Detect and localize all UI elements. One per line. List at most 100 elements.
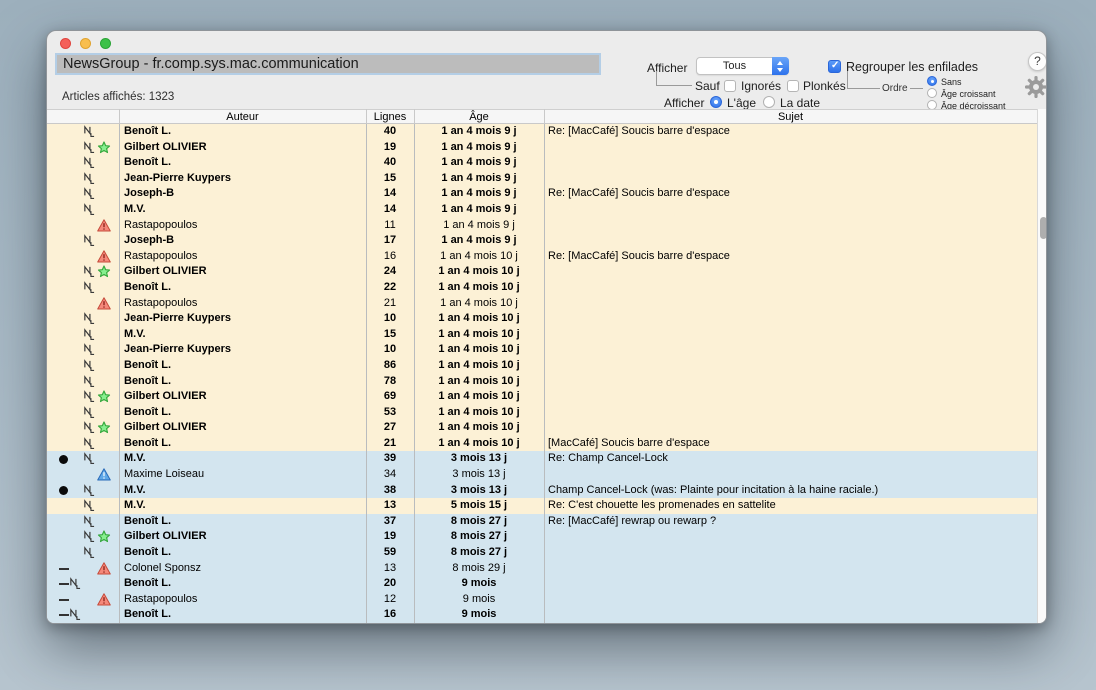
article-row[interactable]: Benoît L.169 mois [47, 607, 1037, 623]
age-cell: 1 an 4 mois 10 j [414, 374, 544, 390]
article-row[interactable]: Gilbert OLIVIER191 an 4 mois 9 j [47, 140, 1037, 156]
article-row[interactable]: Benoît L.598 mois 27 j [47, 545, 1037, 561]
row-status-gutter [47, 218, 119, 234]
row-status-gutter [47, 529, 119, 545]
thread-reply-icon [83, 187, 95, 200]
article-row[interactable]: Joseph-B141 an 4 mois 9 jRe: [MacCafé] S… [47, 186, 1037, 202]
minimize-button[interactable] [80, 38, 91, 49]
lines-cell: 11 [366, 218, 414, 234]
row-status-gutter [47, 327, 119, 343]
ordre-sans-radio[interactable] [927, 76, 937, 86]
article-row[interactable]: Jean-Pierre Kuypers101 an 4 mois 10 j [47, 311, 1037, 327]
close-button[interactable] [60, 38, 71, 49]
row-status-gutter [47, 342, 119, 358]
article-row[interactable]: Benoît L.221 an 4 mois 10 j [47, 280, 1037, 296]
article-row[interactable]: M.V.151 an 4 mois 10 j [47, 327, 1037, 343]
article-row[interactable]: Rastapopoulos161 an 4 mois 10 jRe: [MacC… [47, 249, 1037, 265]
row-status-gutter [47, 202, 119, 218]
column-divider [414, 124, 415, 624]
group-threads-checkbox[interactable] [828, 60, 841, 73]
row-status-gutter [47, 155, 119, 171]
lines-cell: 38 [366, 483, 414, 499]
thread-reply-icon [83, 452, 95, 465]
afficher-popup[interactable]: Tous [696, 57, 789, 75]
article-row[interactable]: Gilbert OLIVIER241 an 4 mois 10 j [47, 264, 1037, 280]
article-row[interactable]: Maxime Loiseau343 mois 13 j [47, 467, 1037, 483]
author-cell: Benoît L. [124, 576, 171, 592]
date-radio[interactable] [763, 96, 775, 108]
vertical-scrollbar[interactable] [1037, 109, 1047, 623]
article-table-body: Benoît L.401 an 4 mois 9 j Re: [MacCafé] … [47, 124, 1037, 624]
column-header-age[interactable]: Âge [414, 111, 544, 123]
article-row[interactable]: Colonel Sponsz138 mois 29 j [47, 561, 1037, 577]
age-radio[interactable] [710, 96, 722, 108]
article-row[interactable]: Joseph-B171 an 4 mois 9 j [47, 233, 1037, 249]
article-row[interactable]: Benoît L.861 an 4 mois 10 j [47, 358, 1037, 374]
lines-cell: 86 [366, 358, 414, 374]
column-header-auteur[interactable]: Auteur [119, 111, 366, 123]
flag-star-icon [97, 141, 111, 154]
article-row[interactable]: Benoît L.401 an 4 mois 9 jRe: [MacCafé] … [47, 124, 1037, 140]
settings-gear-icon[interactable] [1024, 75, 1047, 99]
ordre-sans-label: Sans [941, 77, 962, 87]
thread-reply-icon [83, 406, 95, 419]
age-cell: 8 mois 27 j [414, 514, 544, 530]
article-row[interactable]: Rastapopoulos129 mois [47, 592, 1037, 608]
article-row[interactable]: Benoît L.781 an 4 mois 10 j [47, 374, 1037, 390]
article-row[interactable]: M.V.383 mois 13 jChamp Cancel-Lock (was:… [47, 483, 1037, 499]
row-status-gutter [47, 467, 119, 483]
plonkes-checkbox[interactable] [787, 80, 799, 92]
author-cell: Colonel Sponsz [124, 561, 201, 577]
author-cell: Benoît L. [124, 280, 171, 296]
thread-reply-icon [83, 499, 95, 512]
thread-reply-icon [83, 125, 95, 138]
row-status-gutter [47, 311, 119, 327]
lines-cell: 10 [366, 342, 414, 358]
zoom-button[interactable] [100, 38, 111, 49]
article-row[interactable]: Benoît L.531 an 4 mois 10 j [47, 405, 1037, 421]
article-row[interactable]: Gilbert OLIVIER271 an 4 mois 10 j [47, 420, 1037, 436]
lines-cell: 78 [366, 374, 414, 390]
thread-reply-icon [83, 437, 95, 450]
author-cell: Benoît L. [124, 155, 171, 171]
article-row[interactable]: Benoît L.211 an 4 mois 10 j[MacCafé] Sou… [47, 436, 1037, 452]
author-cell: Rastapopoulos [124, 218, 197, 234]
flag-star-icon [97, 421, 111, 434]
column-header-sujet[interactable]: Sujet [544, 111, 1037, 123]
row-status-gutter [47, 451, 119, 467]
author-cell: M.V. [124, 451, 146, 467]
lines-cell: 16 [366, 607, 414, 623]
row-status-gutter [47, 280, 119, 296]
thread-reply-icon [83, 421, 95, 434]
age-cell: 8 mois 29 j [414, 561, 544, 577]
author-cell: Gilbert OLIVIER [124, 420, 207, 436]
subject-cell: Re: [MacCafé] Soucis barre d'espace [548, 124, 1035, 140]
article-row[interactable]: Gilbert OLIVIER691 an 4 mois 10 j [47, 389, 1037, 405]
lines-cell: 39 [366, 451, 414, 467]
age-cell: 9 mois [414, 592, 544, 608]
article-row[interactable]: Jean-Pierre Kuypers151 an 4 mois 9 j [47, 171, 1037, 187]
author-cell: Rastapopoulos [124, 296, 197, 312]
age-cell: 5 mois 15 j [414, 498, 544, 514]
ordre-croissant-radio[interactable] [927, 88, 937, 98]
article-row[interactable]: Rastapopoulos111 an 4 mois 9 j [47, 218, 1037, 234]
ignores-checkbox[interactable] [724, 80, 736, 92]
help-button[interactable]: ? [1028, 52, 1047, 71]
article-row[interactable]: Rastapopoulos211 an 4 mois 10 j [47, 296, 1037, 312]
scrollbar-thumb[interactable] [1040, 217, 1047, 239]
window-title-field[interactable]: NewsGroup - fr.comp.sys.mac.communicatio… [55, 53, 601, 75]
article-row[interactable]: Benoît L.209 mois [47, 576, 1037, 592]
column-header-lignes[interactable]: Lignes [366, 111, 414, 123]
dash-marker-icon [59, 599, 69, 601]
row-status-gutter [47, 124, 119, 140]
article-row[interactable]: Gilbert OLIVIER198 mois 27 j [47, 529, 1037, 545]
age-cell: 3 mois 13 j [414, 483, 544, 499]
article-row[interactable]: Jean-Pierre Kuypers101 an 4 mois 10 j [47, 342, 1037, 358]
article-row[interactable]: M.V.141 an 4 mois 9 j [47, 202, 1037, 218]
article-row[interactable]: M.V.135 mois 15 jRe: C'est chouette les … [47, 498, 1037, 514]
author-cell: Gilbert OLIVIER [124, 264, 207, 280]
article-row[interactable]: Benoît L.378 mois 27 jRe: [MacCafé] rewr… [47, 514, 1037, 530]
article-row[interactable]: Benoît L.401 an 4 mois 9 j [47, 155, 1037, 171]
article-row[interactable]: M.V.393 mois 13 jRe: Champ Cancel-Lock [47, 451, 1037, 467]
lines-cell: 13 [366, 498, 414, 514]
